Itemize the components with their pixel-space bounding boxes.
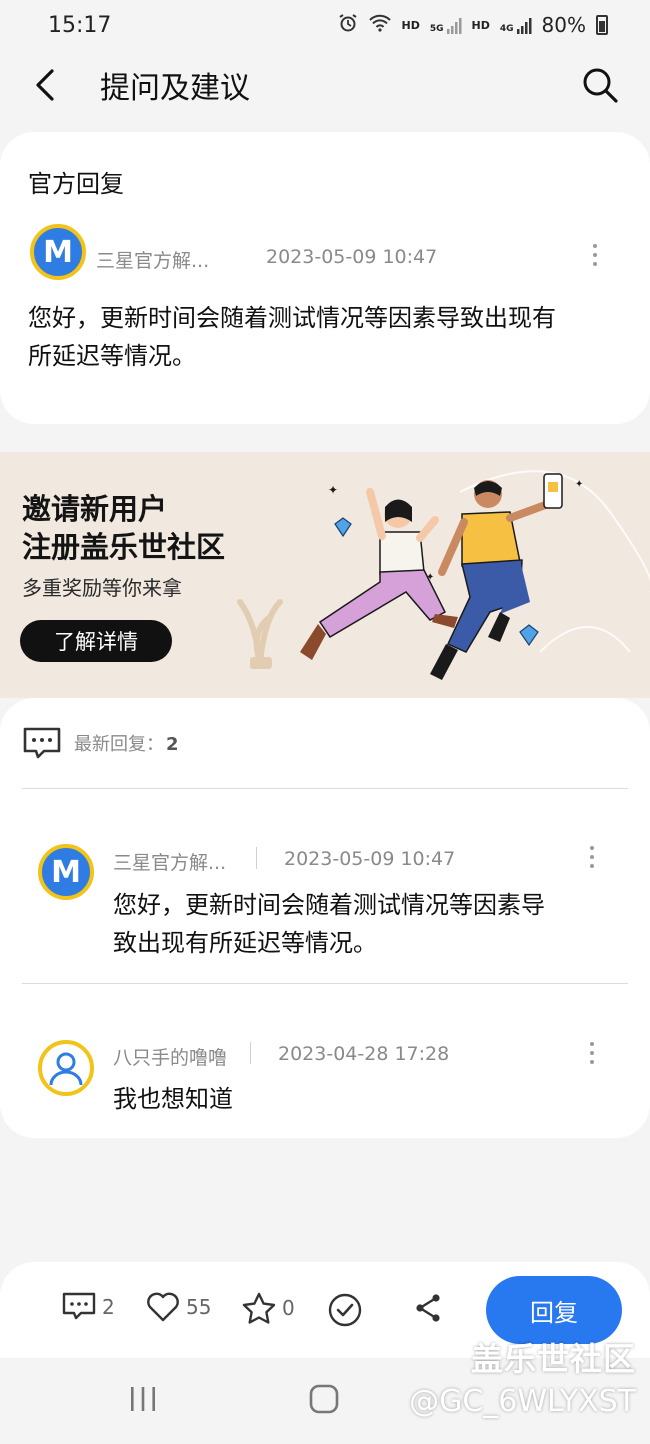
avatar[interactable]: M	[38, 844, 94, 900]
star-icon	[242, 1292, 276, 1324]
dot-icon	[593, 262, 597, 266]
hd-indicator-2: HD	[471, 18, 490, 32]
dot-icon	[590, 1060, 594, 1064]
back-arrow-icon	[36, 69, 54, 101]
network-4g-label: 4G	[499, 24, 514, 34]
alarm-icon	[338, 13, 358, 38]
like-action[interactable]: 55	[146, 1292, 211, 1322]
invite-banner[interactable]: 邀请新用户 注册盖乐世社区 多重奖励等你来拿 了解详情 ✦ ✦ ✦	[0, 452, 650, 698]
svg-text:✦: ✦	[328, 483, 338, 497]
reply-text-line: 所延迟等情况。	[28, 342, 196, 370]
dot-icon	[590, 855, 594, 859]
check-circle-icon	[328, 1293, 362, 1327]
user-icon	[49, 1052, 83, 1086]
author-name[interactable]: 三星官方解...	[96, 246, 209, 273]
recent-apps-button[interactable]	[128, 1386, 158, 1416]
avatar[interactable]	[38, 1040, 94, 1096]
favorite-action[interactable]: 0	[242, 1292, 295, 1324]
wifi-icon	[368, 13, 392, 38]
favorite-count: 0	[282, 1296, 295, 1320]
home-button[interactable]	[309, 1384, 339, 1418]
watermark-community: 盖乐世社区	[470, 1340, 636, 1378]
comment-action[interactable]: 2	[62, 1292, 115, 1322]
official-reply-label: 官方回复	[28, 170, 124, 198]
learn-more-button[interactable]: 了解详情	[20, 620, 172, 662]
app-header: 提问及建议	[0, 50, 650, 120]
post-time: 2023-05-09 10:47	[266, 246, 438, 268]
dot-icon	[590, 846, 594, 850]
dot-icon	[590, 1042, 594, 1046]
meta-separator	[250, 1042, 251, 1064]
share-icon	[416, 1294, 440, 1322]
search-icon	[583, 68, 618, 103]
latest-replies-header: 最新回复： 2	[22, 726, 179, 760]
latest-replies-text: 最新回复：	[74, 734, 164, 755]
battery-icon	[596, 15, 608, 35]
samsung-members-logo-icon: M	[43, 234, 73, 270]
latest-replies-count: 2	[166, 734, 179, 755]
svg-text:✦: ✦	[426, 572, 434, 583]
reply-text-line: 您好，更新时间会随着测试情况等因素导致出现有	[28, 304, 556, 332]
watermark-user: @GC_6WLYXST	[409, 1384, 636, 1419]
banner-title-line: 邀请新用户	[22, 492, 168, 526]
more-options-button[interactable]	[585, 1038, 599, 1068]
comment-icon	[23, 727, 61, 759]
more-options-button[interactable]	[585, 842, 599, 872]
dot-icon	[593, 244, 597, 248]
status-icons: HD 5G HD 4G 80%	[338, 13, 608, 38]
official-reply-card: 官方回复 M 三星官方解... 2023-05-09 10:47 您好，更新时间…	[0, 132, 650, 424]
author-name[interactable]: 三星官方解...	[113, 848, 226, 875]
samsung-members-logo-icon: M	[51, 854, 81, 890]
home-icon	[309, 1384, 339, 1414]
check-action[interactable]	[327, 1292, 363, 1328]
back-button[interactable]	[30, 65, 60, 105]
reply-text-line: 致出现有所延迟等情况。	[113, 929, 377, 957]
latest-replies-card: 最新回复： 2 M 三星官方解... 2023-05-09 10:47 您好，更新…	[0, 698, 650, 1138]
like-count: 55	[186, 1295, 212, 1319]
signal-5g-icon: 5G	[430, 16, 462, 34]
post-time: 2023-05-09 10:47	[284, 848, 456, 870]
avatar[interactable]: M	[30, 224, 86, 280]
status-time: 15:17	[48, 12, 112, 38]
comment-icon	[62, 1292, 96, 1320]
banner-title: 邀请新用户 注册盖乐世社区	[22, 490, 225, 566]
svg-text:✦: ✦	[575, 479, 583, 490]
search-button[interactable]	[580, 65, 620, 105]
dot-icon	[590, 1051, 594, 1055]
reply-text: 您好，更新时间会随着测试情况等因素导 致出现有所延迟等情况。	[113, 886, 545, 962]
reply-text-line: 您好，更新时间会随着测试情况等因素导	[113, 891, 545, 919]
status-bar: 15:17 HD 5G HD 4G 80%	[0, 0, 650, 50]
page-title: 提问及建议	[100, 71, 250, 106]
network-5g-label: 5G	[429, 24, 444, 34]
heart-icon	[147, 1292, 179, 1322]
signal-4g-icon: 4G	[500, 16, 532, 34]
divider	[22, 788, 628, 789]
dot-icon	[590, 864, 594, 868]
more-options-button[interactable]	[588, 240, 602, 270]
meta-separator	[256, 847, 257, 869]
hd-indicator: HD	[401, 18, 420, 32]
reply-text: 您好，更新时间会随着测试情况等因素导致出现有 所延迟等情况。	[28, 299, 556, 375]
banner-subtitle: 多重奖励等你来拿	[22, 576, 182, 600]
reply-text: 我也想知道	[113, 1085, 233, 1113]
divider	[22, 983, 628, 984]
latest-replies-label: 最新回复： 2	[74, 730, 179, 756]
dot-icon	[593, 253, 597, 257]
battery-percent: 80%	[541, 13, 586, 37]
post-time: 2023-04-28 17:28	[278, 1043, 450, 1065]
recent-apps-icon	[131, 1387, 155, 1411]
jumping-people-illustration: ✦ ✦ ✦	[237, 470, 650, 680]
banner-title-line: 注册盖乐世社区	[22, 530, 226, 564]
author-name[interactable]: 八只手的噜噜	[113, 1043, 227, 1070]
comment-count: 2	[102, 1295, 115, 1319]
share-action[interactable]	[412, 1292, 444, 1324]
